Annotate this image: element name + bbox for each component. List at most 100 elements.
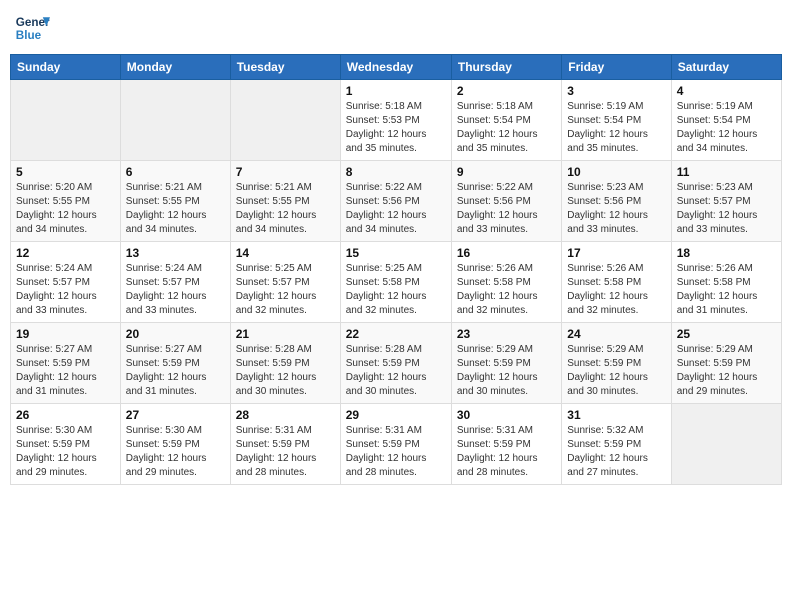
weekday-header-tuesday: Tuesday xyxy=(230,55,340,80)
day-number: 31 xyxy=(567,408,665,422)
calendar-cell: 29 Sunrise: 5:31 AM Sunset: 5:59 PM Dayli… xyxy=(340,404,451,485)
day-number: 2 xyxy=(457,84,556,98)
calendar-cell: 6 Sunrise: 5:21 AM Sunset: 5:55 PM Daylig… xyxy=(120,161,230,242)
weekday-header-monday: Monday xyxy=(120,55,230,80)
calendar-cell: 30 Sunrise: 5:31 AM Sunset: 5:59 PM Dayli… xyxy=(451,404,561,485)
day-number: 10 xyxy=(567,165,665,179)
day-number: 21 xyxy=(236,327,335,341)
day-number: 15 xyxy=(346,246,446,260)
day-info: Sunrise: 5:23 AM Sunset: 5:56 PM Dayligh… xyxy=(567,181,665,237)
calendar-cell: 1 Sunrise: 5:18 AM Sunset: 5:53 PM Daylig… xyxy=(340,80,451,161)
day-info: Sunrise: 5:28 AM Sunset: 5:59 PM Dayligh… xyxy=(346,343,446,399)
day-number: 9 xyxy=(457,165,556,179)
day-number: 16 xyxy=(457,246,556,260)
day-info: Sunrise: 5:25 AM Sunset: 5:57 PM Dayligh… xyxy=(236,262,335,318)
calendar-cell: 18 Sunrise: 5:26 AM Sunset: 5:58 PM Dayli… xyxy=(671,242,781,323)
day-number: 27 xyxy=(126,408,225,422)
day-info: Sunrise: 5:22 AM Sunset: 5:56 PM Dayligh… xyxy=(346,181,446,237)
weekday-header-wednesday: Wednesday xyxy=(340,55,451,80)
calendar-cell: 23 Sunrise: 5:29 AM Sunset: 5:59 PM Dayli… xyxy=(451,323,561,404)
calendar-cell: 17 Sunrise: 5:26 AM Sunset: 5:58 PM Dayli… xyxy=(562,242,671,323)
day-info: Sunrise: 5:29 AM Sunset: 5:59 PM Dayligh… xyxy=(457,343,556,399)
calendar-cell: 3 Sunrise: 5:19 AM Sunset: 5:54 PM Daylig… xyxy=(562,80,671,161)
day-number: 8 xyxy=(346,165,446,179)
day-number: 18 xyxy=(677,246,776,260)
day-info: Sunrise: 5:23 AM Sunset: 5:57 PM Dayligh… xyxy=(677,181,776,237)
calendar-cell xyxy=(671,404,781,485)
day-info: Sunrise: 5:31 AM Sunset: 5:59 PM Dayligh… xyxy=(346,424,446,480)
day-number: 7 xyxy=(236,165,335,179)
day-number: 3 xyxy=(567,84,665,98)
weekday-header-friday: Friday xyxy=(562,55,671,80)
day-info: Sunrise: 5:18 AM Sunset: 5:53 PM Dayligh… xyxy=(346,100,446,156)
day-number: 28 xyxy=(236,408,335,422)
week-row-2: 5Sunrise: 5:20 AM Sunset: 5:55 PM Daylig… xyxy=(11,161,782,242)
week-row-4: 19Sunrise: 5:27 AM Sunset: 5:59 PM Dayli… xyxy=(11,323,782,404)
calendar-cell: 4 Sunrise: 5:19 AM Sunset: 5:54 PM Daylig… xyxy=(671,80,781,161)
day-number: 24 xyxy=(567,327,665,341)
day-info: Sunrise: 5:26 AM Sunset: 5:58 PM Dayligh… xyxy=(677,262,776,318)
day-number: 5 xyxy=(16,165,115,179)
day-number: 29 xyxy=(346,408,446,422)
day-info: Sunrise: 5:30 AM Sunset: 5:59 PM Dayligh… xyxy=(16,424,115,480)
day-info: Sunrise: 5:31 AM Sunset: 5:59 PM Dayligh… xyxy=(457,424,556,480)
day-number: 6 xyxy=(126,165,225,179)
week-row-5: 26Sunrise: 5:30 AM Sunset: 5:59 PM Dayli… xyxy=(11,404,782,485)
calendar-cell: 20 Sunrise: 5:27 AM Sunset: 5:59 PM Dayli… xyxy=(120,323,230,404)
day-info: Sunrise: 5:24 AM Sunset: 5:57 PM Dayligh… xyxy=(16,262,115,318)
svg-text:Blue: Blue xyxy=(16,29,42,42)
calendar-cell xyxy=(11,80,121,161)
weekday-header-saturday: Saturday xyxy=(671,55,781,80)
calendar-cell: 31Sunrise: 5:32 AM Sunset: 5:59 PM Dayli… xyxy=(562,404,671,485)
day-number: 17 xyxy=(567,246,665,260)
day-number: 1 xyxy=(346,84,446,98)
calendar-cell: 9Sunrise: 5:22 AM Sunset: 5:56 PM Daylig… xyxy=(451,161,561,242)
calendar-cell: 15 Sunrise: 5:25 AM Sunset: 5:58 PM Dayli… xyxy=(340,242,451,323)
calendar-cell: 25Sunrise: 5:29 AM Sunset: 5:59 PM Dayli… xyxy=(671,323,781,404)
calendar-cell: 26Sunrise: 5:30 AM Sunset: 5:59 PM Dayli… xyxy=(11,404,121,485)
day-number: 22 xyxy=(346,327,446,341)
calendar-cell: 21 Sunrise: 5:28 AM Sunset: 5:59 PM Dayli… xyxy=(230,323,340,404)
day-number: 25 xyxy=(677,327,776,341)
calendar-cell: 28 Sunrise: 5:31 AM Sunset: 5:59 PM Dayli… xyxy=(230,404,340,485)
day-info: Sunrise: 5:26 AM Sunset: 5:58 PM Dayligh… xyxy=(457,262,556,318)
calendar-cell: 24 Sunrise: 5:29 AM Sunset: 5:59 PM Dayli… xyxy=(562,323,671,404)
week-row-3: 12 Sunrise: 5:24 AM Sunset: 5:57 PM Dayli… xyxy=(11,242,782,323)
calendar-cell: 16 Sunrise: 5:26 AM Sunset: 5:58 PM Dayli… xyxy=(451,242,561,323)
day-info: Sunrise: 5:26 AM Sunset: 5:58 PM Dayligh… xyxy=(567,262,665,318)
calendar-cell: 7 Sunrise: 5:21 AM Sunset: 5:55 PM Daylig… xyxy=(230,161,340,242)
day-info: Sunrise: 5:24 AM Sunset: 5:57 PM Dayligh… xyxy=(126,262,225,318)
calendar-cell: 19Sunrise: 5:27 AM Sunset: 5:59 PM Dayli… xyxy=(11,323,121,404)
calendar-cell xyxy=(230,80,340,161)
day-number: 14 xyxy=(236,246,335,260)
calendar-cell: 5Sunrise: 5:20 AM Sunset: 5:55 PM Daylig… xyxy=(11,161,121,242)
weekday-header-row: SundayMondayTuesdayWednesdayThursdayFrid… xyxy=(11,55,782,80)
calendar-cell: 10 Sunrise: 5:23 AM Sunset: 5:56 PM Dayli… xyxy=(562,161,671,242)
day-info: Sunrise: 5:19 AM Sunset: 5:54 PM Dayligh… xyxy=(567,100,665,156)
day-number: 13 xyxy=(126,246,225,260)
calendar-table: SundayMondayTuesdayWednesdayThursdayFrid… xyxy=(10,54,782,485)
day-number: 4 xyxy=(677,84,776,98)
day-info: Sunrise: 5:21 AM Sunset: 5:55 PM Dayligh… xyxy=(126,181,225,237)
day-info: Sunrise: 5:19 AM Sunset: 5:54 PM Dayligh… xyxy=(677,100,776,156)
calendar-cell: 13 Sunrise: 5:24 AM Sunset: 5:57 PM Dayli… xyxy=(120,242,230,323)
calendar-cell: 8 Sunrise: 5:22 AM Sunset: 5:56 PM Daylig… xyxy=(340,161,451,242)
day-info: Sunrise: 5:31 AM Sunset: 5:59 PM Dayligh… xyxy=(236,424,335,480)
day-number: 30 xyxy=(457,408,556,422)
day-number: 12 xyxy=(16,246,115,260)
day-number: 23 xyxy=(457,327,556,341)
calendar-cell: 27 Sunrise: 5:30 AM Sunset: 5:59 PM Dayli… xyxy=(120,404,230,485)
day-info: Sunrise: 5:29 AM Sunset: 5:59 PM Dayligh… xyxy=(567,343,665,399)
weekday-header-sunday: Sunday xyxy=(11,55,121,80)
calendar-cell: 14 Sunrise: 5:25 AM Sunset: 5:57 PM Dayli… xyxy=(230,242,340,323)
day-info: Sunrise: 5:21 AM Sunset: 5:55 PM Dayligh… xyxy=(236,181,335,237)
logo-icon: General Blue xyxy=(14,10,50,46)
day-info: Sunrise: 5:28 AM Sunset: 5:59 PM Dayligh… xyxy=(236,343,335,399)
week-row-1: 1 Sunrise: 5:18 AM Sunset: 5:53 PM Daylig… xyxy=(11,80,782,161)
calendar-cell: 12 Sunrise: 5:24 AM Sunset: 5:57 PM Dayli… xyxy=(11,242,121,323)
day-number: 20 xyxy=(126,327,225,341)
day-info: Sunrise: 5:27 AM Sunset: 5:59 PM Dayligh… xyxy=(126,343,225,399)
day-info: Sunrise: 5:30 AM Sunset: 5:59 PM Dayligh… xyxy=(126,424,225,480)
page-header: General Blue xyxy=(10,10,782,46)
day-info: Sunrise: 5:25 AM Sunset: 5:58 PM Dayligh… xyxy=(346,262,446,318)
